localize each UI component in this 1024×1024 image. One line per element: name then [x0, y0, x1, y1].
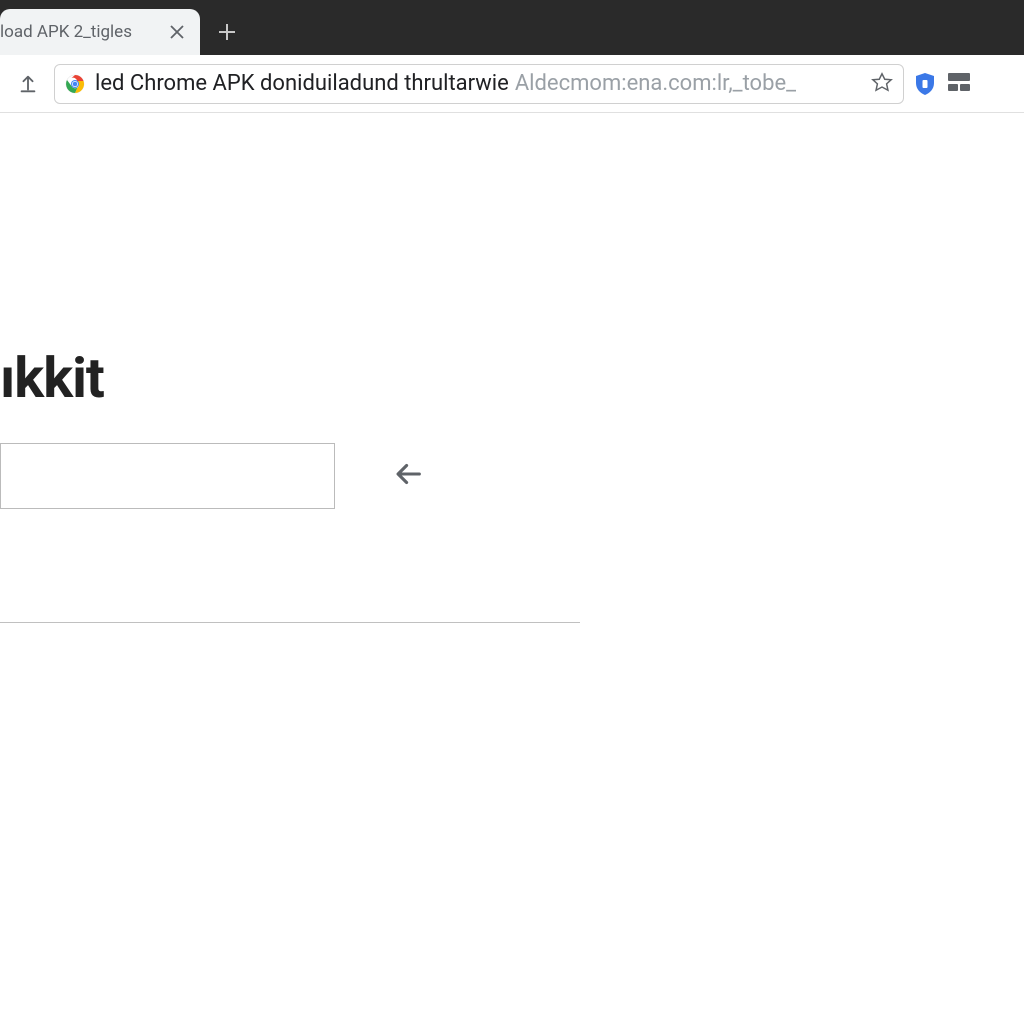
- arrow-left-icon[interactable]: [391, 457, 425, 495]
- upload-icon[interactable]: [12, 68, 44, 100]
- bookmark-star-icon[interactable]: [871, 71, 893, 97]
- account-menu-icon[interactable]: [946, 71, 972, 97]
- url-text: led Chrome APK doniduiladund thrultarwie…: [95, 71, 796, 96]
- site-favicon-icon: [65, 74, 85, 94]
- browser-tab[interactable]: load APK 2_tigles: [0, 9, 200, 55]
- close-tab-icon[interactable]: [168, 23, 186, 41]
- divider: [0, 622, 580, 623]
- input-row: [0, 443, 425, 509]
- page-content: ıkkit: [0, 113, 1024, 1024]
- shield-icon[interactable]: [914, 72, 936, 96]
- page-heading: ıkkit: [0, 345, 104, 411]
- toolbar: led Chrome APK doniduiladund thrultarwie…: [0, 55, 1024, 113]
- url-primary: led Chrome APK doniduiladund thrultarwie: [95, 71, 509, 96]
- tab-strip: load APK 2_tigles: [0, 0, 1024, 55]
- text-input[interactable]: [0, 443, 335, 509]
- address-bar[interactable]: led Chrome APK doniduiladund thrultarwie…: [54, 64, 904, 104]
- new-tab-button[interactable]: [210, 15, 244, 49]
- url-secondary: Aldecmom:ena.com:lr,_tobe_: [515, 71, 796, 96]
- tab-title: load APK 2_tigles: [0, 22, 160, 42]
